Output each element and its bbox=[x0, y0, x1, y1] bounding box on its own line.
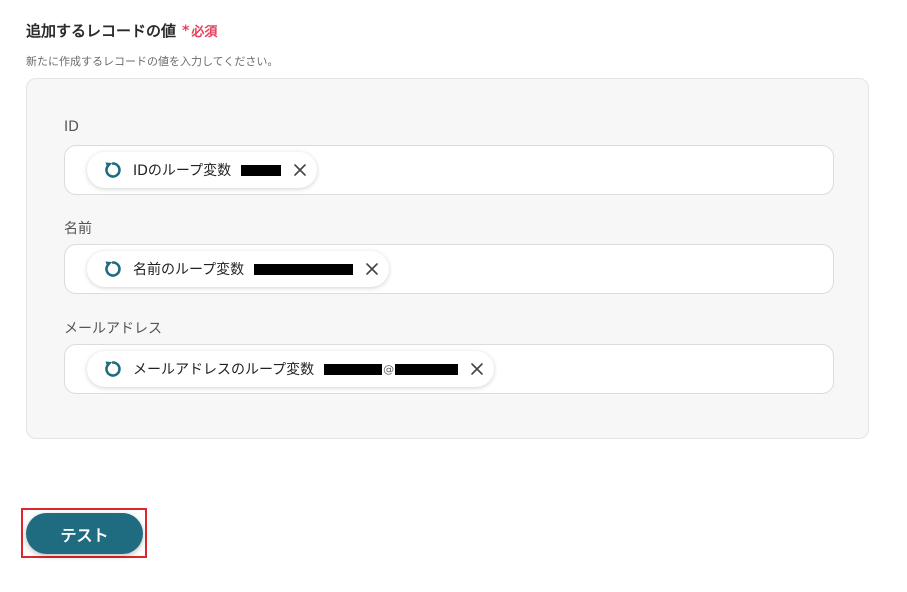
required-badge: * 必須 bbox=[182, 21, 218, 41]
redacted-value bbox=[241, 164, 282, 176]
section-title: 追加するレコードの値 * 必須 bbox=[26, 20, 217, 41]
redacted-value bbox=[254, 263, 354, 275]
field-label-email: メールアドレス bbox=[64, 321, 162, 337]
record-values-panel: ID IDのループ変数 名前 名前のループ変数 メールアドレス メールアドレスの… bbox=[26, 78, 869, 439]
test-button[interactable]: テスト bbox=[26, 513, 143, 554]
required-label: 必須 bbox=[191, 25, 218, 40]
redacted-value bbox=[395, 363, 459, 375]
field-label-id: ID bbox=[64, 119, 79, 135]
close-icon[interactable] bbox=[470, 362, 484, 376]
variable-chip-id[interactable]: IDのループ変数 bbox=[87, 152, 318, 188]
field-input-name[interactable]: 名前のループ変数 bbox=[64, 244, 834, 294]
close-icon[interactable] bbox=[293, 163, 307, 177]
chip-label: 名前のループ変数 bbox=[133, 262, 245, 278]
close-icon[interactable] bbox=[365, 262, 379, 276]
chip-label: メールアドレスのループ変数 bbox=[133, 362, 315, 378]
field-input-email[interactable]: メールアドレスのループ変数 @ bbox=[64, 344, 834, 394]
section-description: 新たに作成するレコードの値を入力してください。 bbox=[26, 55, 279, 68]
loop-icon bbox=[105, 162, 121, 178]
redacted-value bbox=[324, 363, 383, 375]
variable-chip-email[interactable]: メールアドレスのループ変数 @ bbox=[87, 351, 495, 387]
loop-icon bbox=[105, 261, 121, 277]
chip-label: IDのループ変数 bbox=[133, 163, 232, 179]
loop-icon bbox=[105, 361, 121, 377]
field-label-name: 名前 bbox=[64, 221, 92, 237]
at-sign: @ bbox=[383, 362, 395, 376]
section-title-text: 追加するレコードの値 bbox=[26, 22, 177, 40]
required-mark: * bbox=[182, 22, 190, 39]
field-input-id[interactable]: IDのループ変数 bbox=[64, 145, 834, 195]
variable-chip-name[interactable]: 名前のループ変数 bbox=[87, 251, 390, 287]
